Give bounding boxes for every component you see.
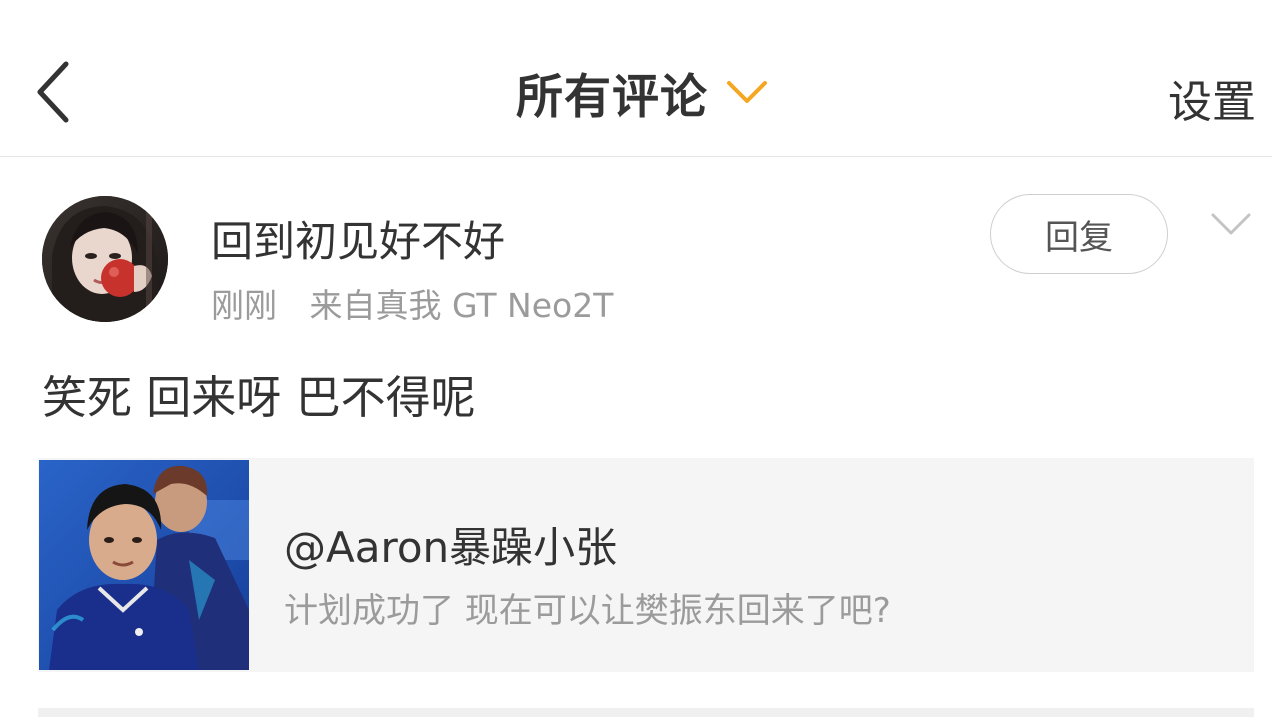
- chevron-left-icon: [37, 61, 69, 123]
- comments-page: 所有评论 设置 回到初见好不好 刚刚 来自真我 GT Neo2T 回复 笑死 回…: [0, 0, 1272, 717]
- quoted-post-card[interactable]: @Aaron暴躁小张 计划成功了 现在可以让樊振东回来了吧?: [38, 458, 1254, 672]
- comment-meta: 刚刚 来自真我 GT Neo2T: [211, 279, 613, 327]
- divider: [38, 708, 1254, 717]
- reply-button[interactable]: 回复: [990, 194, 1168, 274]
- quoted-post-text: 计划成功了 现在可以让樊振东回来了吧?: [284, 591, 891, 631]
- comment-source: 来自真我 GT Neo2T: [309, 286, 614, 325]
- chevron-down-icon[interactable]: [1210, 211, 1252, 237]
- quoted-post-author[interactable]: @Aaron暴躁小张: [284, 514, 617, 575]
- back-button[interactable]: [28, 58, 80, 128]
- thumbnail-image: [39, 460, 249, 670]
- settings-button[interactable]: 设置: [1168, 66, 1256, 130]
- comment-username[interactable]: 回到初见好不好: [211, 208, 505, 269]
- avatar[interactable]: [42, 196, 168, 322]
- top-navigation-bar: 所有评论 设置: [0, 0, 1272, 157]
- comment-time: 刚刚: [211, 286, 277, 325]
- comment-body: 笑死 回来呀 巴不得呢: [42, 371, 476, 424]
- comment-filter-dropdown[interactable]: 所有评论: [516, 60, 768, 125]
- page-title: 所有评论: [516, 69, 708, 125]
- quoted-post-thumbnail: [39, 460, 249, 670]
- chevron-down-icon: [727, 81, 767, 103]
- avatar-image: [42, 196, 168, 322]
